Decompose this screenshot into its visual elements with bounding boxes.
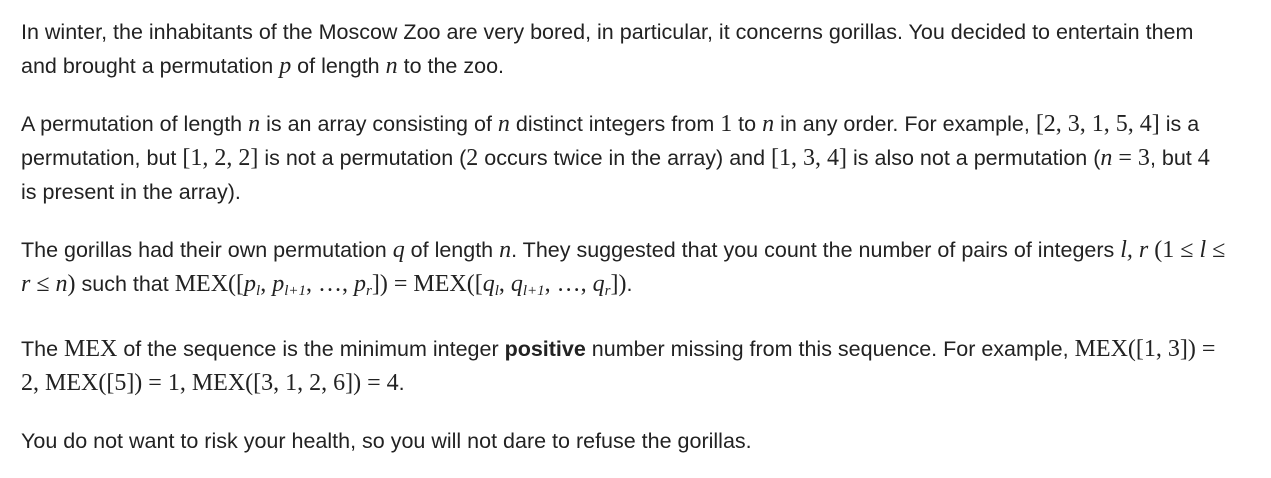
math-var: p	[244, 271, 257, 297]
text: The	[21, 337, 65, 361]
math-expr: 1	[720, 111, 733, 137]
math-var: q	[592, 271, 605, 297]
math-expr: [2, 3, 1, 5, 4]	[1035, 111, 1160, 137]
paragraph-intro: In winter, the inhabitants of the Moscow…	[21, 15, 1230, 83]
math-expr: MEX([	[174, 271, 245, 297]
math-expr: , …,	[544, 271, 593, 297]
text: such that	[75, 272, 175, 296]
paragraph-gorilla-task: The gorillas had their own permutation q…	[21, 233, 1230, 308]
problem-statement: In winter, the inhabitants of the Moscow…	[0, 0, 1240, 458]
math-var: n	[499, 237, 512, 263]
text: of the sequence is the minimum integer	[117, 337, 505, 361]
math-var: r	[21, 271, 31, 297]
math-expr: 2	[466, 145, 479, 171]
math-expr: ])	[610, 271, 627, 297]
text: distinct integers from	[509, 112, 721, 136]
math-expr: )	[67, 271, 76, 297]
math-expr: ≤	[30, 271, 56, 297]
math-var: q	[392, 237, 405, 263]
text: , but	[1149, 146, 1198, 170]
text: of length	[404, 238, 500, 262]
math-expr: MEX	[64, 336, 118, 362]
math-expr: ≤	[1206, 237, 1226, 263]
math-var: p	[279, 53, 292, 79]
text: .	[626, 272, 633, 296]
text: .	[398, 371, 405, 395]
math-var: l, r	[1120, 237, 1149, 263]
text: A permutation of length	[21, 112, 249, 136]
math-expr: [1, 3, 4]	[771, 145, 848, 171]
math-subscript: l+1	[522, 283, 545, 299]
math-var: n	[497, 111, 510, 137]
math-expr: 4	[1197, 145, 1210, 171]
math-var: q	[482, 271, 495, 297]
paragraph-permutation-definition: A permutation of length n is an array co…	[21, 107, 1230, 209]
text: In winter, the inhabitants of the Moscow…	[21, 20, 1194, 78]
math-var: p	[272, 271, 285, 297]
math-expr: , …,	[306, 271, 355, 297]
text: You do not want to risk your health, so …	[21, 429, 752, 453]
math-var: n	[385, 53, 398, 79]
text: is an array consisting of	[260, 112, 498, 136]
paragraph-mex-definition: The MEX of the sequence is the minimum i…	[21, 332, 1230, 400]
text: to	[732, 112, 763, 136]
math-expr: (1 ≤	[1148, 237, 1200, 263]
text: to the zoo.	[397, 54, 505, 78]
text: The gorillas had their own permutation	[21, 238, 393, 262]
math-expr: ]) = MEX([	[371, 271, 483, 297]
math-var: p	[354, 271, 367, 297]
math-var: n	[55, 271, 68, 297]
text: in any order. For example,	[774, 112, 1036, 136]
text: occurs twice in the array) and	[478, 146, 772, 170]
text: is also not a permutation (	[847, 146, 1101, 170]
math-expr: ,	[498, 271, 511, 297]
emphasis-positive: positive	[504, 337, 586, 361]
text: is not a permutation (	[258, 146, 467, 170]
math-expr: [1, 2, 2]	[182, 145, 259, 171]
math-expr: ,	[260, 271, 273, 297]
text: number missing from this sequence. For e…	[585, 337, 1075, 361]
math-subscript: l+1	[284, 283, 307, 299]
text: is present in the array).	[21, 180, 241, 204]
math-var: q	[510, 271, 523, 297]
math-var: n	[248, 111, 261, 137]
text: . They suggested that you count the numb…	[511, 238, 1121, 262]
paragraph-closing: You do not want to risk your health, so …	[21, 424, 1230, 458]
math-var: n	[762, 111, 775, 137]
math-expr: = 3	[1112, 145, 1150, 171]
text: of length	[291, 54, 386, 78]
math-var: n	[1100, 145, 1113, 171]
